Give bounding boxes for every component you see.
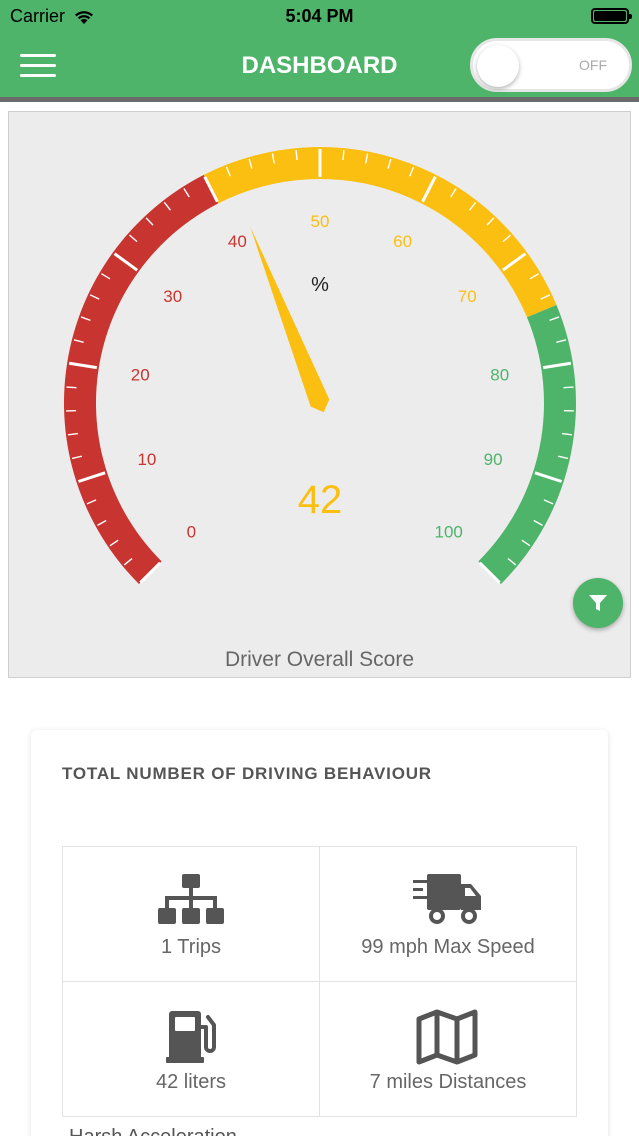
gauge-tick-label: 10 (137, 450, 156, 469)
gauge-tick-label: 0 (187, 523, 196, 542)
stat-max-speed[interactable]: 99 mph Max Speed (320, 847, 577, 982)
score-gauge: 0 10 20 30 40 50 60 70 80 90 100% 42 (63, 147, 576, 585)
fuel-pump-icon (156, 1005, 226, 1065)
driving-behaviour-card: TOTAL NUMBER OF DRIVING BEHAVIOUR 1 Trip… (31, 730, 608, 1136)
stats-grid: 1 Trips 99 mph Max Speed 42 liters 7 mil… (62, 846, 577, 1117)
gauge-tick-label: 80 (490, 366, 509, 385)
stat-fuel[interactable]: 42 liters (63, 982, 320, 1117)
tracking-toggle[interactable]: OFF (470, 38, 632, 92)
gauge-tick-label: 100 (435, 523, 463, 542)
status-bar: Carrier 5:04 PM (0, 0, 639, 34)
gauge-tick-label: 60 (393, 232, 412, 251)
gauge-tick-label: 40 (228, 232, 247, 251)
gauge-minor-tick (295, 150, 298, 161)
stat-label: 7 miles Distances (369, 1070, 527, 1093)
stat-trips[interactable]: 1 Trips (63, 847, 320, 982)
stat-label: 42 liters (155, 1070, 227, 1093)
toggle-label: OFF (579, 57, 607, 73)
filter-icon (589, 595, 607, 611)
sitemap-icon (156, 870, 226, 930)
gauge-tick-label: 90 (484, 450, 503, 469)
gauge-unit-label: % (311, 274, 329, 296)
stat-label: 1 Trips (160, 935, 222, 958)
map-icon (413, 1005, 483, 1065)
gauge-tick-label: 50 (311, 212, 330, 231)
gauge-minor-tick (342, 150, 345, 161)
toggle-knob (477, 45, 519, 87)
app-header: Carrier 5:04 PM DASHBOARD OFF (0, 0, 639, 102)
harsh-acceleration-label: Harsh Acceleration (69, 1126, 237, 1136)
gauge-range-band (203, 147, 557, 318)
status-time: 5:04 PM (285, 6, 354, 26)
gauge-range-band (478, 305, 576, 585)
stats-title: TOTAL NUMBER OF DRIVING BEHAVIOUR (62, 764, 432, 783)
gauge-value-readout: 42 (298, 478, 343, 522)
gauge-card: 0 10 20 30 40 50 60 70 80 90 100% 42 Driver Overall… (8, 111, 631, 678)
stat-distance[interactable]: 7 miles Distances (320, 982, 577, 1117)
gauge-caption: Driver Overall Score (224, 648, 415, 671)
battery-icon (591, 8, 632, 24)
gauge-tick-label: 20 (131, 366, 150, 385)
filter-button[interactable] (573, 578, 623, 628)
gauge-needle (250, 226, 330, 413)
delivery-truck-icon (413, 870, 483, 930)
gauge-tick-label: 70 (458, 287, 477, 306)
gauge-minor-tick (563, 386, 574, 389)
gauge-minor-tick (66, 386, 77, 389)
stat-label: 99 mph Max Speed (361, 935, 535, 958)
gauge-tick-label: 30 (163, 287, 182, 306)
